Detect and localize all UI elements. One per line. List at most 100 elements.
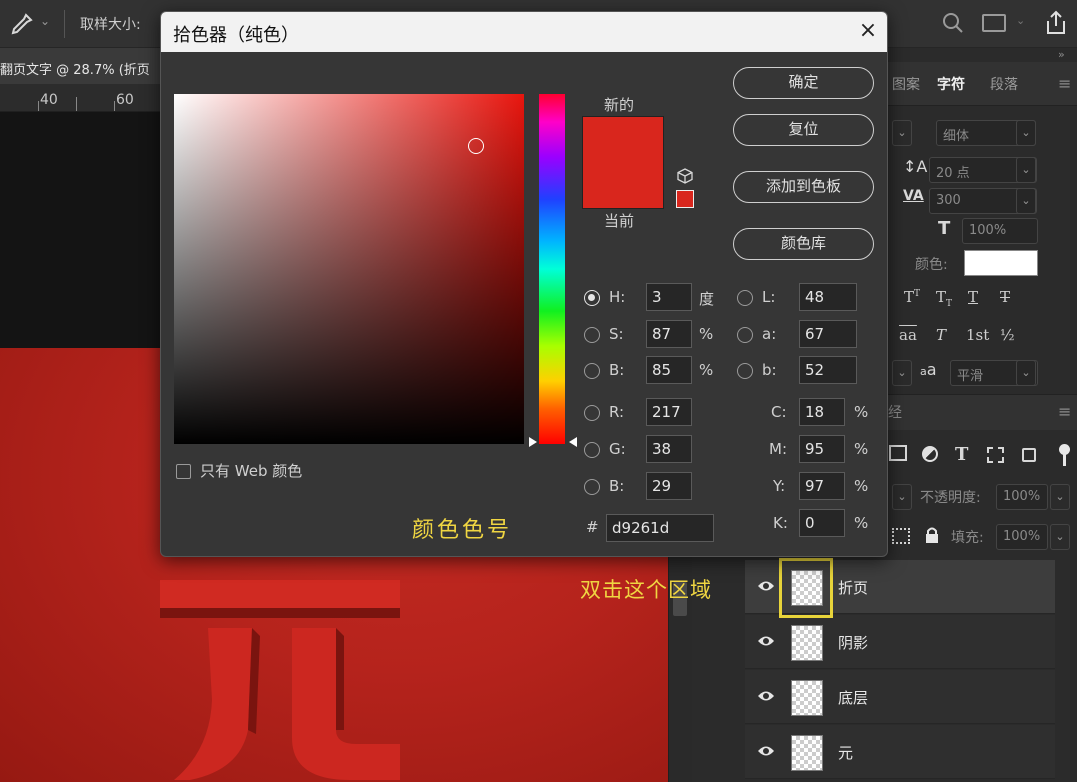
strikethrough-button[interactable]: T xyxy=(1000,288,1010,306)
faux-bold-button[interactable]: TT xyxy=(904,288,920,306)
b-input[interactable]: 52 xyxy=(799,356,857,384)
a-input[interactable]: 67 xyxy=(799,320,857,348)
b-radio[interactable] xyxy=(737,363,753,379)
web-safe-swatch[interactable] xyxy=(676,190,694,208)
layer-name[interactable]: 元 xyxy=(838,742,853,763)
hue-slider-handle-left[interactable] xyxy=(529,437,537,447)
color-picker-cursor[interactable] xyxy=(468,138,484,154)
antialias-label: a xyxy=(926,360,937,379)
tab-pattern[interactable]: 图案 xyxy=(892,74,920,94)
green-radio[interactable] xyxy=(584,442,600,458)
layer-name[interactable]: 底层 xyxy=(838,687,868,708)
tracking-chevron-icon[interactable]: ⌄ xyxy=(1016,188,1036,214)
eyedropper-icon[interactable] xyxy=(8,12,34,36)
leading-chevron-icon[interactable]: ⌄ xyxy=(1016,157,1036,183)
layer-row[interactable]: 阴影 xyxy=(745,615,1055,669)
out-of-gamut-cube-icon[interactable] xyxy=(677,168,693,184)
hue-slider-handle-right[interactable] xyxy=(569,437,577,447)
search-icon[interactable] xyxy=(942,12,964,34)
antialias-icon: aa xyxy=(920,360,937,379)
hue-input[interactable]: 3 xyxy=(646,283,692,311)
blue-input[interactable]: 29 xyxy=(646,472,692,500)
brightness-input[interactable]: 85 xyxy=(646,356,692,384)
blend-mode-chevron-icon[interactable]: ⌄ xyxy=(892,484,912,510)
tool-preset-chevron-icon[interactable]: ⌄ xyxy=(40,14,50,28)
tab-character[interactable]: 字符 xyxy=(937,74,965,94)
current-color-label: 当前 xyxy=(604,212,635,230)
magenta-input[interactable]: 95 xyxy=(799,435,845,463)
close-icon[interactable]: × xyxy=(855,18,881,44)
workspace-chevron-icon[interactable]: ⌄ xyxy=(1016,14,1025,27)
lightness-radio[interactable] xyxy=(737,290,753,306)
fraction-button[interactable]: ½ xyxy=(1000,326,1015,344)
font-family-dropdown[interactable]: ⌄ xyxy=(892,120,912,146)
hue-slider[interactable] xyxy=(539,94,565,444)
yellow-input[interactable]: 97 xyxy=(799,472,845,500)
cyan-input[interactable]: 18 xyxy=(799,398,845,426)
tab-paragraph[interactable]: 段落 xyxy=(990,74,1018,94)
ordinal-button[interactable]: 1st xyxy=(966,326,989,344)
shape-filter-icon[interactable] xyxy=(987,447,1004,463)
layers-tab-partial[interactable]: 经 xyxy=(888,402,902,422)
brightness-radio[interactable] xyxy=(584,363,600,379)
ok-button[interactable]: 确定 xyxy=(733,67,874,99)
reset-button[interactable]: 复位 xyxy=(733,114,874,146)
saturation-radio[interactable] xyxy=(584,327,600,343)
fill-field[interactable]: 100% xyxy=(996,524,1048,550)
blue-radio[interactable] xyxy=(584,479,600,495)
color-libraries-button[interactable]: 颜色库 xyxy=(733,228,874,260)
horizontal-scale-field[interactable]: 100% xyxy=(962,218,1038,244)
pixel-filter-icon[interactable] xyxy=(889,445,907,461)
faux-bold-label: T xyxy=(904,288,915,306)
layer-name[interactable]: 阴影 xyxy=(838,632,868,653)
discretionary-button[interactable]: T xyxy=(936,326,946,344)
document-tab[interactable]: 翻页文字 @ 28.7% (折页 xyxy=(0,48,165,84)
antialias-chevron-icon[interactable]: ⌄ xyxy=(1016,360,1036,386)
smart-object-filter-icon[interactable] xyxy=(1022,448,1036,462)
eye-icon[interactable] xyxy=(757,744,775,758)
language-chevron-icon[interactable]: ⌄ xyxy=(892,360,912,386)
ligature-button[interactable]: aa xyxy=(899,326,917,344)
collapse-panels-icon[interactable]: » xyxy=(1058,48,1065,61)
workspace-icon[interactable] xyxy=(982,14,1006,32)
new-color-label: 新的 xyxy=(604,96,635,114)
green-input[interactable]: 38 xyxy=(646,435,692,463)
add-to-swatches-button[interactable]: 添加到色板 xyxy=(733,171,874,203)
hex-input[interactable]: d9261d xyxy=(606,514,714,542)
adjustment-filter-icon[interactable] xyxy=(922,446,938,462)
layer-thumbnail[interactable] xyxy=(791,625,823,661)
lightness-input[interactable]: 48 xyxy=(799,283,857,311)
opacity-field[interactable]: 100% xyxy=(996,484,1048,510)
all-caps-button[interactable]: TT xyxy=(936,288,952,309)
layer-thumbnail[interactable] xyxy=(791,735,823,771)
lock-all-icon[interactable] xyxy=(924,526,940,544)
layer-row[interactable]: 底层 xyxy=(745,670,1055,724)
black-input[interactable]: 0 xyxy=(799,509,845,537)
eye-icon[interactable] xyxy=(757,579,775,593)
type-filter-icon[interactable]: T xyxy=(955,444,968,465)
a-radio[interactable] xyxy=(737,327,753,343)
text-color-swatch[interactable] xyxy=(964,250,1038,276)
eye-icon[interactable] xyxy=(757,634,775,648)
layer-row[interactable]: 元 xyxy=(745,725,1055,779)
fill-chevron-icon[interactable]: ⌄ xyxy=(1050,524,1070,550)
web-colors-checkbox[interactable] xyxy=(176,464,191,479)
cyan-label: C: xyxy=(771,403,787,421)
tracking-icon: VA xyxy=(903,188,924,204)
hue-radio[interactable] xyxy=(584,290,600,306)
underline-button[interactable]: T xyxy=(968,288,978,306)
lock-position-icon[interactable] xyxy=(892,528,910,544)
eye-icon[interactable] xyxy=(757,689,775,703)
panel-menu-icon[interactable]: ≡ xyxy=(1058,74,1071,93)
layer-thumbnail[interactable] xyxy=(791,680,823,716)
filter-toggle-icon[interactable] xyxy=(1059,444,1070,468)
font-style-chevron-icon[interactable]: ⌄ xyxy=(1016,120,1036,146)
layer-name[interactable]: 折页 xyxy=(838,577,868,598)
opacity-chevron-icon[interactable]: ⌄ xyxy=(1050,484,1070,510)
sample-size-label: 取样大小: xyxy=(80,17,141,33)
share-icon[interactable] xyxy=(1044,10,1068,36)
red-input[interactable]: 217 xyxy=(646,398,692,426)
layers-menu-icon[interactable]: ≡ xyxy=(1058,402,1071,421)
red-radio[interactable] xyxy=(584,405,600,421)
saturation-input[interactable]: 87 xyxy=(646,320,692,348)
